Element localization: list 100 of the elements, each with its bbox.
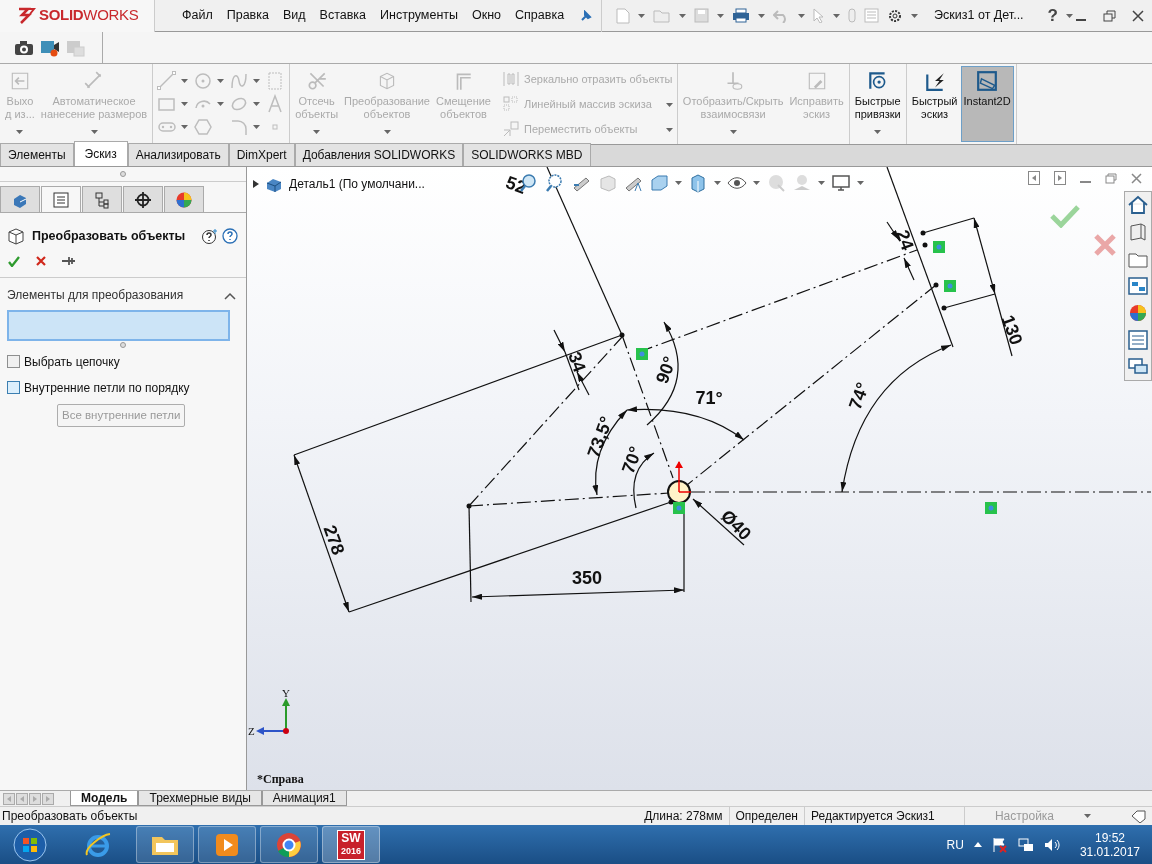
previous-pane-icon[interactable] bbox=[1028, 171, 1040, 185]
relation-marker-icon[interactable] bbox=[933, 241, 945, 253]
ok-check-icon[interactable] bbox=[8, 255, 20, 267]
view-orientation-icon[interactable] bbox=[649, 173, 669, 193]
menu-item[interactable]: Файл bbox=[175, 6, 220, 25]
ribbon-button[interactable]: Быстрые привязки bbox=[851, 66, 904, 142]
display-style-icon[interactable] bbox=[688, 173, 708, 193]
dimension-text[interactable]: 70° bbox=[617, 443, 647, 477]
checkbox-option[interactable]: Выбрать цепочку bbox=[0, 348, 246, 375]
caret-icon[interactable] bbox=[217, 102, 225, 106]
palette-window-icon[interactable] bbox=[1127, 275, 1149, 297]
command-tab[interactable]: SOLIDWORKS MBD bbox=[463, 143, 591, 166]
caret-icon[interactable] bbox=[753, 181, 760, 185]
caret-icon[interactable] bbox=[911, 13, 919, 18]
color-ball-icon[interactable] bbox=[1127, 302, 1149, 324]
clock-date[interactable]: 31.01.2017 bbox=[1079, 844, 1140, 859]
flag-icon[interactable] bbox=[991, 836, 1008, 853]
command-tab[interactable]: Добавления SOLIDWORKS bbox=[294, 143, 464, 166]
command-tab[interactable]: Анализировать bbox=[127, 143, 229, 166]
browser-e-icon[interactable] bbox=[84, 830, 112, 859]
network-icon[interactable] bbox=[1017, 836, 1034, 853]
media-player-icon[interactable] bbox=[214, 831, 240, 858]
clock-time[interactable]: 19:52 bbox=[1094, 830, 1125, 845]
caret-icon[interactable] bbox=[638, 13, 646, 18]
model-tab[interactable]: Трехмерные виды bbox=[138, 791, 262, 806]
caret-icon[interactable] bbox=[181, 79, 189, 83]
language-indicator[interactable]: RU bbox=[946, 835, 964, 854]
relation-marker-icon[interactable] bbox=[636, 348, 648, 360]
menu-item[interactable]: Окно bbox=[465, 6, 509, 25]
caret-icon[interactable] bbox=[857, 181, 864, 185]
caret-icon[interactable] bbox=[833, 13, 841, 18]
dimension-text[interactable]: 350 bbox=[572, 568, 602, 588]
panel-tab[interactable] bbox=[123, 186, 163, 212]
caret-icon[interactable] bbox=[253, 125, 261, 129]
caret-icon[interactable] bbox=[1066, 13, 1073, 18]
command-tab[interactable]: Элементы bbox=[0, 143, 74, 166]
cancel-icon[interactable] bbox=[36, 256, 46, 267]
home-icon[interactable] bbox=[1127, 194, 1149, 216]
confirm-check-icon[interactable] bbox=[1050, 204, 1080, 228]
next-pane-icon[interactable] bbox=[1054, 171, 1066, 185]
ribbon-button[interactable]: Instant2D bbox=[960, 66, 1014, 142]
caret-icon[interactable] bbox=[874, 130, 882, 135]
close-icon[interactable] bbox=[1132, 9, 1144, 22]
tray-expand-icon[interactable] bbox=[973, 842, 982, 847]
help-button[interactable]: ? bbox=[1047, 2, 1058, 29]
caret-icon[interactable] bbox=[717, 13, 725, 18]
monitor-icon[interactable] bbox=[831, 173, 851, 193]
dimension-text[interactable]: 74° bbox=[844, 379, 874, 413]
pushpin-icon[interactable] bbox=[62, 256, 76, 267]
caret-icon[interactable] bbox=[217, 79, 225, 83]
dimension-text[interactable]: 24 bbox=[892, 227, 918, 253]
model-tab[interactable]: Анимация1 bbox=[261, 791, 347, 806]
menu-item[interactable]: Вид bbox=[275, 6, 313, 25]
settings-icon[interactable] bbox=[887, 7, 904, 24]
dimension-text[interactable]: 71° bbox=[695, 388, 723, 408]
dimension-text[interactable]: 34 bbox=[564, 349, 590, 375]
checkbox-option[interactable]: Внутренние петли по порядку bbox=[0, 374, 246, 401]
caret-icon[interactable] bbox=[758, 13, 766, 18]
caret-icon[interactable] bbox=[181, 125, 189, 129]
expand-arrow-icon[interactable] bbox=[253, 180, 259, 188]
command-tab[interactable]: Эскиз bbox=[73, 141, 128, 166]
printer-icon[interactable] bbox=[732, 8, 751, 23]
feature-tree-item[interactable]: Деталь1 (По умолчани... bbox=[289, 175, 425, 193]
dimension-text[interactable]: Ø40 bbox=[716, 505, 756, 545]
caret-icon[interactable] bbox=[181, 102, 189, 106]
menu-item[interactable]: Справка bbox=[508, 6, 572, 25]
help-icon[interactable] bbox=[222, 227, 238, 244]
video-camera-icon[interactable] bbox=[40, 38, 60, 57]
library-icon[interactable] bbox=[1127, 221, 1149, 243]
caret-icon[interactable] bbox=[798, 13, 806, 18]
selection-list-field[interactable] bbox=[7, 309, 230, 341]
tag-icon[interactable] bbox=[1131, 809, 1146, 823]
caret-icon[interactable] bbox=[679, 13, 687, 18]
caret-icon[interactable] bbox=[253, 79, 261, 83]
whats-new-help-icon[interactable] bbox=[201, 227, 218, 245]
caret-icon[interactable] bbox=[675, 181, 682, 185]
menu-item[interactable]: Правка bbox=[219, 6, 276, 25]
start-button-icon[interactable] bbox=[12, 826, 48, 863]
model-tab[interactable]: Модель bbox=[70, 791, 139, 806]
menu-item[interactable]: Вставка bbox=[312, 6, 374, 25]
resize-handle-icon[interactable] bbox=[120, 341, 126, 348]
dimension-text[interactable]: 130 bbox=[997, 312, 1027, 348]
round-browser-icon[interactable] bbox=[275, 830, 303, 859]
pin-icon[interactable] bbox=[580, 9, 593, 22]
caret-icon[interactable] bbox=[714, 181, 721, 185]
ribbon-button[interactable]: Быстрый эскиз bbox=[908, 66, 961, 142]
solidworks-app-button[interactable]: SW 2016 bbox=[337, 829, 365, 860]
relation-marker-icon[interactable] bbox=[673, 502, 685, 514]
camera-icon[interactable] bbox=[14, 39, 34, 56]
dimension-text[interactable]: 73,5° bbox=[583, 413, 617, 461]
properties-list-icon[interactable] bbox=[1127, 329, 1149, 351]
caret-icon[interactable] bbox=[253, 102, 261, 106]
caret-icon[interactable] bbox=[818, 181, 825, 185]
dimension-text[interactable]: 90° bbox=[651, 353, 681, 387]
caret-icon[interactable] bbox=[1084, 814, 1091, 818]
menu-item[interactable]: Инструменты bbox=[373, 6, 465, 25]
zoom-area-icon[interactable] bbox=[545, 173, 565, 193]
dimension-text[interactable]: 278 bbox=[319, 522, 349, 558]
splitter-handle-icon[interactable] bbox=[120, 171, 126, 177]
relation-marker-icon[interactable] bbox=[985, 502, 997, 514]
